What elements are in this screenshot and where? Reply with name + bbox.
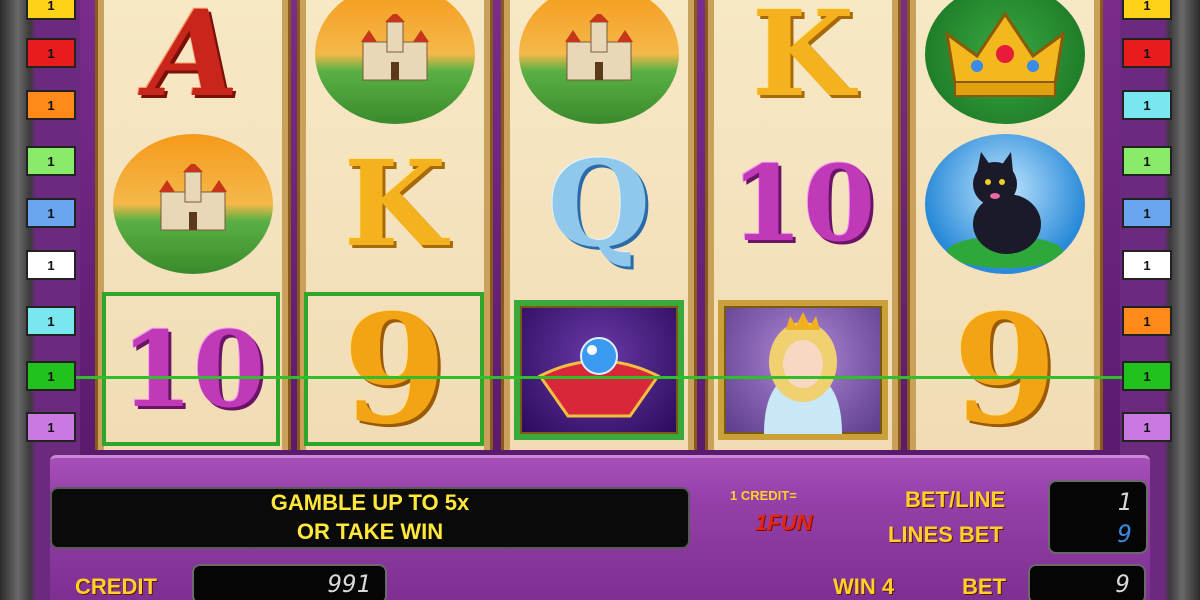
lines-bet-value: 9	[1117, 520, 1132, 548]
crown-icon	[925, 0, 1085, 124]
line-marker: 1	[1122, 412, 1172, 442]
symbol-text: K	[751, 0, 855, 123]
line-marker: 1	[1122, 0, 1172, 20]
reel-5: 9	[907, 0, 1103, 458]
gem-icon	[514, 300, 684, 440]
line-marker: 1	[1122, 361, 1172, 391]
symbol-cat	[916, 130, 1094, 278]
symbol-castle	[306, 0, 484, 128]
symbol-castle	[104, 130, 282, 278]
line-marker: 1	[26, 0, 76, 20]
lines-bet-label: LINES BET	[888, 522, 1003, 547]
symbol-q: Q	[510, 130, 688, 278]
line-marker: 1	[26, 146, 76, 176]
line-marker: 1	[1122, 250, 1172, 280]
symbol-gem	[510, 296, 688, 444]
line-marker: 1	[1122, 38, 1172, 68]
symbol-text: Q	[547, 134, 651, 273]
line-marker: 1	[26, 412, 76, 442]
bet-line-value: 1	[1117, 488, 1132, 516]
castle-icon	[315, 0, 475, 124]
reel-1: A 10	[95, 0, 291, 450]
win-label: WIN 4	[833, 574, 895, 599]
symbol-text: 10	[120, 308, 266, 431]
symbol-text: 10	[730, 142, 876, 265]
symbol-k: K	[714, 0, 892, 128]
symbol-10: 10	[714, 130, 892, 278]
bet-value: 9	[1028, 564, 1146, 600]
line-marker: 1	[26, 250, 76, 280]
symbol-10: 10	[104, 296, 282, 444]
symbol-text: 9	[342, 282, 448, 458]
symbol-text: K	[343, 134, 447, 273]
symbol-text: 9	[952, 282, 1058, 458]
line-marker: 1	[1122, 146, 1172, 176]
line-marker: 1	[26, 306, 76, 336]
symbol-k: K	[306, 130, 484, 278]
symbol-a: A	[104, 0, 282, 128]
symbol-9: 9	[306, 282, 484, 458]
bet-line-label: BET/LINE	[905, 487, 1006, 512]
message-display: GAMBLE UP TO 5x OR TAKE WIN	[50, 487, 690, 549]
symbol-text: A	[147, 0, 239, 123]
symbol-crown	[916, 0, 1094, 128]
castle-icon	[519, 0, 679, 124]
line-marker: 1	[26, 38, 76, 68]
line-marker: 1	[26, 90, 76, 120]
reel-2: K 9	[297, 0, 493, 458]
castle-icon	[113, 134, 273, 274]
symbol-castle	[510, 0, 688, 128]
credit-value: 991	[192, 564, 387, 600]
message-line-2: OR TAKE WIN	[296, 519, 444, 544]
bet-line-lines-display: 1 9	[1048, 480, 1148, 554]
message-line-1: GAMBLE UP TO 5x	[270, 490, 470, 516]
symbol-9: 9	[916, 282, 1094, 458]
bet-label: BET	[962, 574, 1006, 599]
reel-3: Q	[501, 0, 697, 450]
line-marker: 1	[26, 198, 76, 228]
denomination-value: 1FUN	[755, 510, 813, 535]
winning-payline	[30, 376, 1170, 379]
princess-icon	[718, 300, 888, 440]
reel-4: K 10	[705, 0, 901, 450]
line-marker: 1	[1122, 198, 1172, 228]
symbol-princess	[714, 296, 892, 444]
line-marker: 1	[1122, 306, 1172, 336]
cat-icon	[925, 134, 1085, 274]
denomination-label: 1 CREDIT=	[730, 488, 797, 503]
line-marker: 1	[26, 361, 76, 391]
line-marker: 1	[1122, 90, 1172, 120]
credit-label: CREDIT	[75, 574, 157, 599]
